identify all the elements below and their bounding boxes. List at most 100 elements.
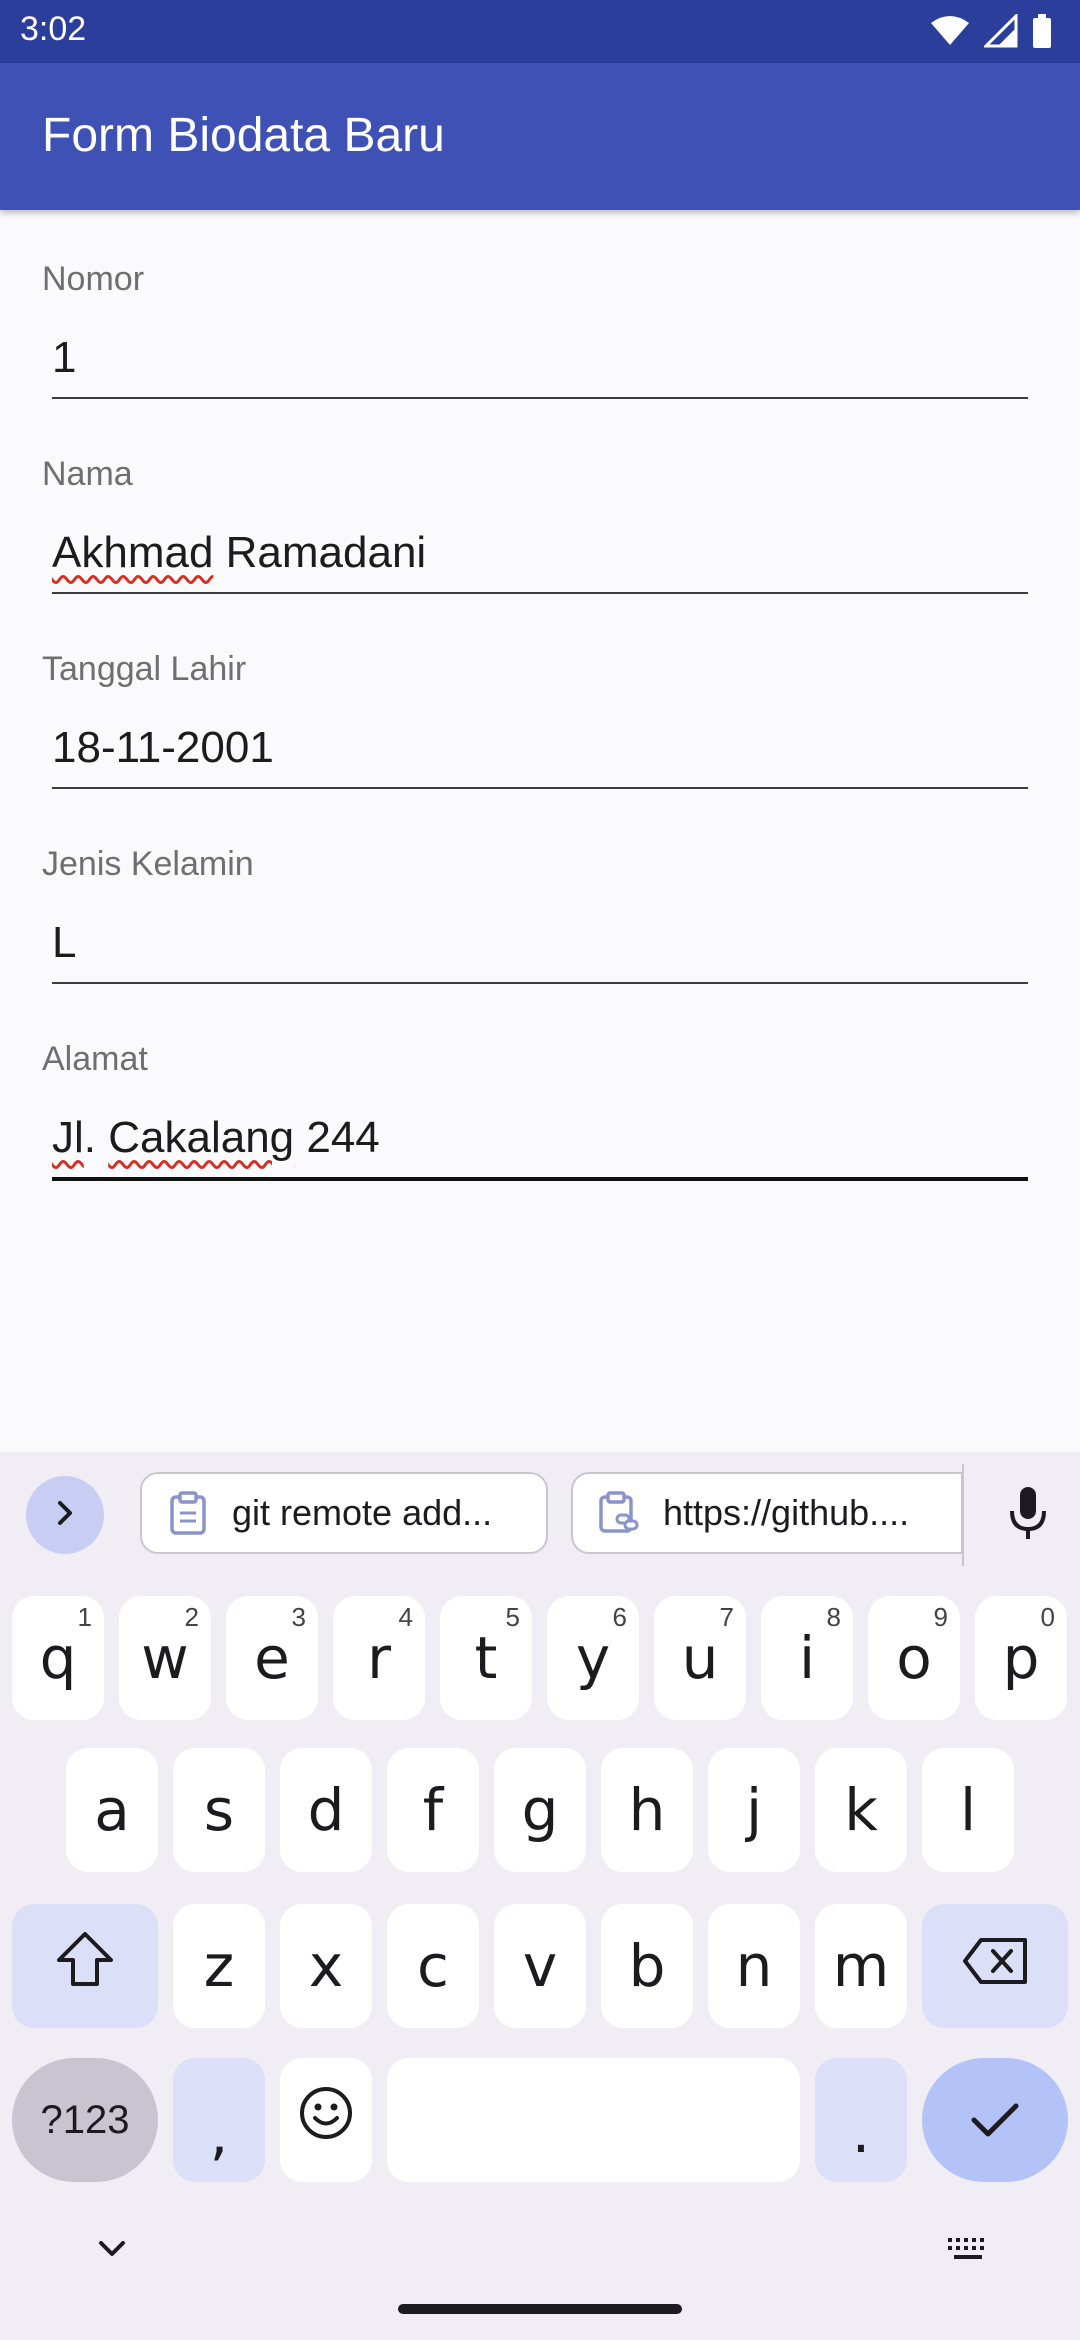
home-gesture-bar[interactable]	[398, 2304, 682, 2314]
enter-key[interactable]	[922, 2058, 1068, 2182]
key-k[interactable]: k	[815, 1748, 907, 1872]
backspace-key[interactable]	[922, 1904, 1068, 2028]
key-d[interactable]: d	[280, 1748, 372, 1872]
alamat-misspelled-1: Jl	[52, 1113, 84, 1162]
period-key[interactable]: .	[815, 2058, 907, 2182]
key-o[interactable]: o9	[868, 1596, 960, 1720]
soft-keyboard: git remote add... https://github.... q1 …	[0, 1452, 1080, 2340]
key-r-hint: 4	[398, 1602, 413, 1632]
expand-toolbar-button[interactable]	[26, 1476, 104, 1554]
key-i[interactable]: i8	[761, 1596, 853, 1720]
key-r-label: r	[367, 1624, 391, 1692]
key-g[interactable]: g	[494, 1748, 586, 1872]
emoji-key[interactable]	[280, 2058, 372, 2182]
page-title: Form Biodata Baru	[42, 109, 445, 162]
key-y[interactable]: y6	[547, 1596, 639, 1720]
voice-input-button[interactable]	[994, 1476, 1062, 1554]
hide-keyboard-button[interactable]	[86, 2225, 138, 2277]
nomor-underline	[52, 397, 1028, 399]
key-f-label: f	[422, 1776, 444, 1844]
key-w[interactable]: w2	[119, 1596, 211, 1720]
alamat-field[interactable]: Alamat Jl. Cakalang 244	[0, 1035, 1080, 1185]
suggestion-strip: git remote add... https://github....	[0, 1452, 1080, 1577]
alamat-underline	[52, 1177, 1028, 1181]
period-key-label: .	[851, 2098, 871, 2166]
nama-input[interactable]: Akhmad Ramadani	[52, 528, 426, 578]
key-p-hint: 0	[1040, 1602, 1055, 1632]
key-e-label: e	[254, 1624, 290, 1692]
key-k-label: k	[844, 1776, 878, 1844]
shift-key[interactable]	[12, 1904, 158, 2028]
key-t[interactable]: t5	[440, 1596, 532, 1720]
shift-icon	[55, 1930, 115, 2002]
jenis-kelamin-input[interactable]: L	[52, 918, 76, 968]
key-h-label: h	[628, 1776, 666, 1844]
battery-icon	[1032, 14, 1052, 53]
key-z[interactable]: z	[173, 1904, 265, 2028]
tanggal-lahir-field[interactable]: Tanggal Lahir 18-11-2001	[0, 645, 1080, 795]
key-f[interactable]: f	[387, 1748, 479, 1872]
key-u[interactable]: u7	[654, 1596, 746, 1720]
clipboard-suggestion-1[interactable]: git remote add...	[140, 1472, 548, 1554]
comma-key[interactable]: ,	[173, 2058, 265, 2182]
nama-label: Nama	[42, 455, 133, 493]
jenis-kelamin-field[interactable]: Jenis Kelamin L	[0, 840, 1080, 990]
key-d-label: d	[307, 1776, 345, 1844]
alamat-label: Alamat	[42, 1040, 148, 1078]
key-t-hint: 5	[505, 1602, 520, 1632]
key-c[interactable]: c	[387, 1904, 479, 2028]
key-x-label: x	[308, 1932, 344, 2000]
nama-field[interactable]: Nama Akhmad Ramadani	[0, 450, 1080, 600]
space-key[interactable]	[387, 2058, 800, 2182]
key-a[interactable]: a	[66, 1748, 158, 1872]
tanggal-lahir-input[interactable]: 18-11-2001	[52, 723, 274, 773]
nomor-field[interactable]: Nomor 1	[0, 255, 1080, 405]
symbols-key[interactable]: ?123	[12, 2058, 158, 2182]
key-p[interactable]: p0	[975, 1596, 1067, 1720]
key-l-label: l	[959, 1776, 977, 1844]
key-g-label: g	[521, 1776, 559, 1844]
clipboard-suggestion-1-text: git remote add...	[232, 1492, 493, 1533]
key-z-label: z	[203, 1932, 235, 2000]
wifi-icon	[930, 15, 970, 52]
backspace-icon	[961, 1932, 1029, 2000]
status-icons	[930, 12, 1052, 53]
key-q[interactable]: q1	[12, 1596, 104, 1720]
key-e[interactable]: e3	[226, 1596, 318, 1720]
status-bar: 3:02	[0, 0, 1080, 63]
key-s[interactable]: s	[173, 1748, 265, 1872]
comma-key-label: ,	[209, 2100, 229, 2168]
nomor-input[interactable]: 1	[52, 333, 76, 383]
nama-misspelled-word: Akhmad	[52, 528, 214, 577]
key-x[interactable]: x	[280, 1904, 372, 2028]
key-n-label: n	[735, 1932, 773, 2000]
key-h[interactable]: h	[601, 1748, 693, 1872]
key-m-label: m	[832, 1932, 890, 2000]
key-b-label: b	[628, 1932, 666, 2000]
tanggal-lahir-label: Tanggal Lahir	[42, 650, 247, 688]
key-y-hint: 6	[612, 1602, 627, 1632]
key-l[interactable]: l	[922, 1748, 1014, 1872]
keyboard-nav-area	[0, 2205, 1080, 2340]
key-i-label: i	[798, 1624, 816, 1692]
keyboard-icon	[946, 2236, 990, 2267]
key-v[interactable]: v	[494, 1904, 586, 2028]
key-r[interactable]: r4	[333, 1596, 425, 1720]
emoji-icon	[298, 2085, 354, 2155]
clipboard-suggestion-2[interactable]: https://github....	[571, 1472, 963, 1554]
key-w-hint: 2	[184, 1602, 199, 1632]
key-a-label: a	[94, 1776, 130, 1844]
signal-icon	[982, 12, 1018, 53]
app-bar: Form Biodata Baru	[0, 63, 1080, 210]
microphone-icon	[1008, 1485, 1048, 1546]
key-j[interactable]: j	[708, 1748, 800, 1872]
keyboard-switch-button[interactable]	[938, 2225, 998, 2277]
key-q-hint: 1	[77, 1602, 92, 1632]
key-m[interactable]: m	[815, 1904, 907, 2028]
key-b[interactable]: b	[601, 1904, 693, 2028]
alamat-text-1: .	[83, 1113, 109, 1162]
chevron-right-icon	[50, 1498, 80, 1533]
alamat-input[interactable]: Jl. Cakalang 244	[52, 1113, 380, 1163]
key-n[interactable]: n	[708, 1904, 800, 2028]
suggestion-divider	[962, 1464, 964, 1566]
